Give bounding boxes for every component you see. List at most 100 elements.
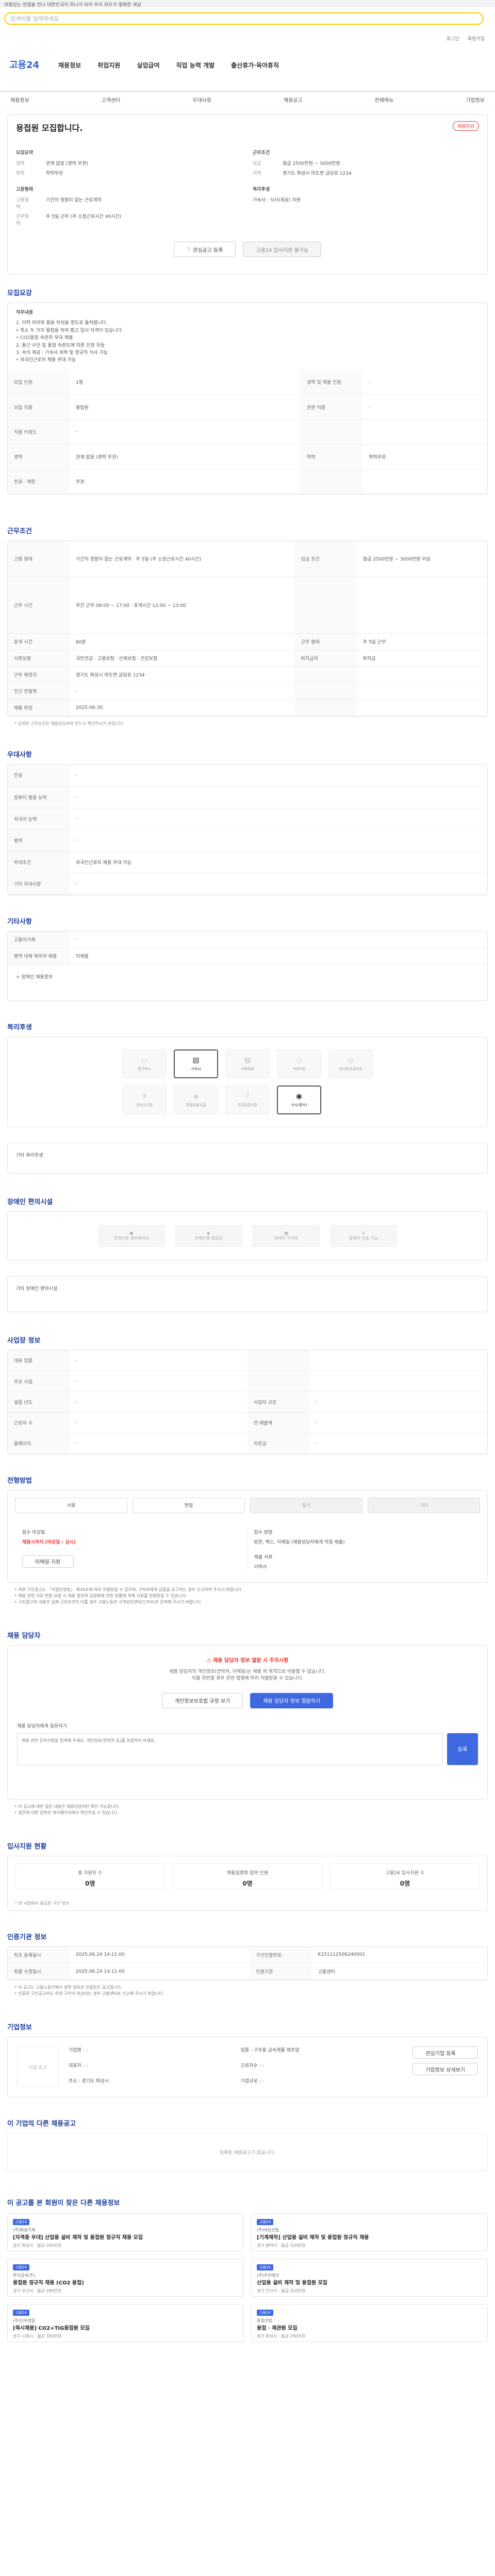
company-field: 근로자수 : - bbox=[240, 2063, 264, 2069]
table-value: 2025-06-30 bbox=[70, 699, 295, 716]
qna-input[interactable] bbox=[17, 1733, 443, 1765]
kv-key: 임금 bbox=[253, 161, 261, 166]
sub-nav-item[interactable]: 채용정보 bbox=[10, 96, 29, 106]
table-value: - bbox=[70, 829, 487, 852]
summary-left-head: 모집요약 bbox=[16, 150, 34, 156]
follow-company-button[interactable]: 관심기업 등록 bbox=[412, 2046, 478, 2059]
sub-nav-item[interactable]: 전체메뉴 bbox=[375, 96, 394, 106]
table-key: 근로자 수 bbox=[8, 1412, 70, 1433]
table-key: 최초 등록일시 bbox=[8, 1946, 70, 1963]
manager-sub: 채용 담당자의 개인정보(연락처, 이메일)는 채용 외 목적으로 이용할 수 … bbox=[169, 1669, 326, 1674]
rec-meta: 경기 안산시 · 월급 310만원 bbox=[257, 2289, 306, 2293]
sub-nav-item[interactable]: 기업정보 bbox=[466, 96, 485, 106]
person-icon: ◎ bbox=[347, 1056, 354, 1064]
field-value: 경기도 화성시 bbox=[81, 2079, 109, 2084]
rec-company: (주)신우정밀 bbox=[13, 2318, 36, 2323]
table-value bbox=[309, 1350, 487, 1371]
workplace-table: 대표 업종 - 주요 사업 - 설립 년도 - 사업자 규모 - 근로자 수-연 매출액 -… bbox=[8, 1350, 487, 1454]
table-key: 병역 bbox=[8, 829, 70, 852]
search-placeholder: 검색어를 입력하세요 bbox=[10, 15, 59, 22]
gnb-item-leave[interactable]: 출산휴가·육아휴직 bbox=[231, 61, 279, 70]
table-key: 임금 조건 bbox=[294, 540, 357, 577]
preference-title: 우대사항 bbox=[7, 751, 32, 759]
table-key: 전공 bbox=[8, 765, 70, 787]
save-job-button[interactable]: ♡ 관심공고 등록 bbox=[173, 242, 236, 257]
apply-col: 접수 마감일 채용시까지 (마감일 : 상시) 이메일 지원 bbox=[16, 1528, 248, 1574]
table-value: 국민연금 · 고용보험 · 산재보험 · 건강보험 bbox=[70, 650, 295, 667]
recommend-card[interactable]: 고용24 (주)대성산업 [기계제작] 산업용 설비 제작 및 용접원 정규직 채용… bbox=[251, 2213, 488, 2251]
table-key bbox=[294, 699, 357, 716]
table-key: 근무 형태 bbox=[294, 633, 357, 650]
summary-right2-head: 복리후생 bbox=[253, 187, 270, 192]
accessibility-detail: 기타 장애인 편의시설 bbox=[7, 1276, 488, 1312]
welfare-card: ▭ 통근버스 ▤ 기숙사 ▦ 사택제공 ◇ 식대지원 ◎ 자녀학자금지원 ✈ 경조사지원 ◈… bbox=[7, 1037, 488, 1127]
apply-chips: 서류 면접 필기 기타 bbox=[8, 1490, 487, 1520]
welfare-label: 식사(중식) bbox=[291, 1103, 307, 1107]
view-manager-button[interactable]: 채용 담당자 정보 열람하기 bbox=[250, 1692, 334, 1708]
parking-icon: ▩ bbox=[284, 1231, 288, 1235]
status-title: 입사지원 현황 bbox=[7, 1842, 47, 1851]
table-value bbox=[356, 683, 487, 700]
table-value: K151112506240001 bbox=[311, 1946, 487, 1963]
preference-section: 우대사항 전공 - 컴퓨터 활용 능력 - 외국어 능력 - 병역 - 우대조건 외국인근… bbox=[0, 749, 495, 895]
field-value: - bbox=[262, 2063, 264, 2069]
job-title: 용접원 모집합니다. bbox=[16, 123, 83, 133]
recommend-card[interactable]: 고용24 동양산업 용접 · 제관원 모집 경기 화성시 · 월급 290만원 bbox=[251, 2304, 488, 2342]
sub-nav-item[interactable]: 고객센터 bbox=[102, 96, 121, 106]
kv-key: 고용형태 bbox=[16, 198, 29, 210]
table-key: 자본금 bbox=[248, 1433, 309, 1454]
email-apply-button[interactable]: 이메일 지원 bbox=[22, 1555, 74, 1568]
privacy-rule-button[interactable]: 개인정보보호법 규정 보기 bbox=[161, 1692, 243, 1708]
register-card: 최초 등록일시 2025.06.24 14:11:00 구인인증번호 K1511125… bbox=[7, 1946, 488, 1980]
table-row: 모집 인원 1명 경력 및 채용 인원 - bbox=[8, 370, 487, 395]
table-value: - bbox=[70, 419, 301, 445]
gnb-item-support[interactable]: 취업지원 bbox=[97, 61, 120, 70]
stat-value: 0명 bbox=[85, 1879, 95, 1887]
gnb-item-training[interactable]: 직업 능력 개발 bbox=[176, 61, 215, 70]
rec-company: (주)우진테크 bbox=[257, 2273, 279, 2278]
rec-name: [즉시채용] CO2+TIG용접원 모집 bbox=[13, 2326, 90, 2331]
summary-kv: 기숙사 · 식사(제공) 지원 bbox=[253, 196, 479, 203]
summary-right: 근무조건 임금 월급 2500만원 ~ 3000만원 지역 경기도 화성시 마도면 … bbox=[253, 149, 479, 229]
summary-left: 모집요약 경력 관계 없음 (경력 무관) 학력 학력무관 고용형태 고용형태 기간의… bbox=[16, 149, 242, 229]
login-link[interactable]: 로그인 bbox=[447, 35, 459, 45]
recommend-card[interactable]: 고용24 (주)화성기계 [자격증 우대] 산업용 설비 제작 및 용접원 정규직 … bbox=[7, 2213, 244, 2251]
kv-value: 기숙사 · 식사(제공) 지원 bbox=[253, 198, 301, 203]
disability-info-link[interactable]: + 장애인 채용정보 bbox=[8, 964, 487, 1001]
plane-icon: ✈ bbox=[141, 1092, 147, 1100]
search-input[interactable]: 검색어를 입력하세요 bbox=[4, 12, 484, 25]
welfare-label: 건강검진지원 bbox=[237, 1103, 258, 1107]
table-value: 경기도 화성시 마도면 금당로 1234 bbox=[70, 666, 295, 683]
recommend-card[interactable]: 고용24 (주)신우정밀 [즉시채용] CO2+TIG용접원 모집 경기 시흥시 · … bbox=[7, 2304, 244, 2342]
recommend-card[interactable]: 고용24 (주)우진테크 산업용 설비 제작 및 용접원 모집 경기 안산시 · 월급… bbox=[251, 2259, 488, 2297]
sub-nav-item[interactable]: 우대사항 bbox=[192, 96, 211, 106]
apply-button[interactable]: 고용24 입사지원 불가능 bbox=[243, 242, 322, 257]
gnb-item-jobs[interactable]: 채용정보 bbox=[58, 61, 81, 70]
qna-submit-button[interactable]: 등록 bbox=[447, 1733, 478, 1765]
table-key: 전공 · 제한 bbox=[8, 469, 70, 494]
company-detail-button[interactable]: 기업정보 상세보기 bbox=[412, 2063, 478, 2075]
sub-nav-item[interactable]: 채용공고 bbox=[284, 96, 303, 106]
gnb-item-benefit[interactable]: 실업급여 bbox=[137, 61, 159, 70]
building-icon: ▦ bbox=[244, 1056, 251, 1064]
recommend-card[interactable]: 고용24 한국금속(주) 용접원 정규직 채용 (CO2 용접) 경기 오산시 · 월… bbox=[7, 2259, 244, 2297]
stat-value: 0명 bbox=[242, 1879, 253, 1887]
rec-tag: 고용24 bbox=[13, 2219, 29, 2225]
utility-menu: 로그인 회원가입 bbox=[0, 30, 495, 50]
wheelchair-icon: ♿ bbox=[361, 1231, 366, 1235]
field-key: 업종 bbox=[240, 2048, 250, 2053]
table-value: - bbox=[70, 1350, 248, 1371]
table-value: - bbox=[70, 931, 487, 948]
kv-key: 경력 bbox=[16, 161, 25, 166]
recruit-line: 직무내용 bbox=[16, 310, 34, 315]
table-key: 최종 수정일시 bbox=[8, 1963, 70, 1980]
table-row: 고용허가제 - bbox=[8, 931, 487, 948]
signup-link[interactable]: 회원가입 bbox=[468, 35, 485, 45]
field-key: 대표자 bbox=[69, 2063, 81, 2069]
table-key: 경력 및 채용 인원 bbox=[301, 370, 363, 395]
register-section: 인증기관 정보 최초 등록일시 2025.06.24 14:11:00 구인인증번호… bbox=[0, 1931, 495, 2002]
field-value: 구조용 금속제품 제조업 bbox=[253, 2048, 300, 2053]
table-key: 관련 직종 bbox=[301, 395, 363, 420]
heart-icon: ♡ bbox=[186, 246, 193, 252]
page-footer bbox=[0, 2342, 495, 2363]
